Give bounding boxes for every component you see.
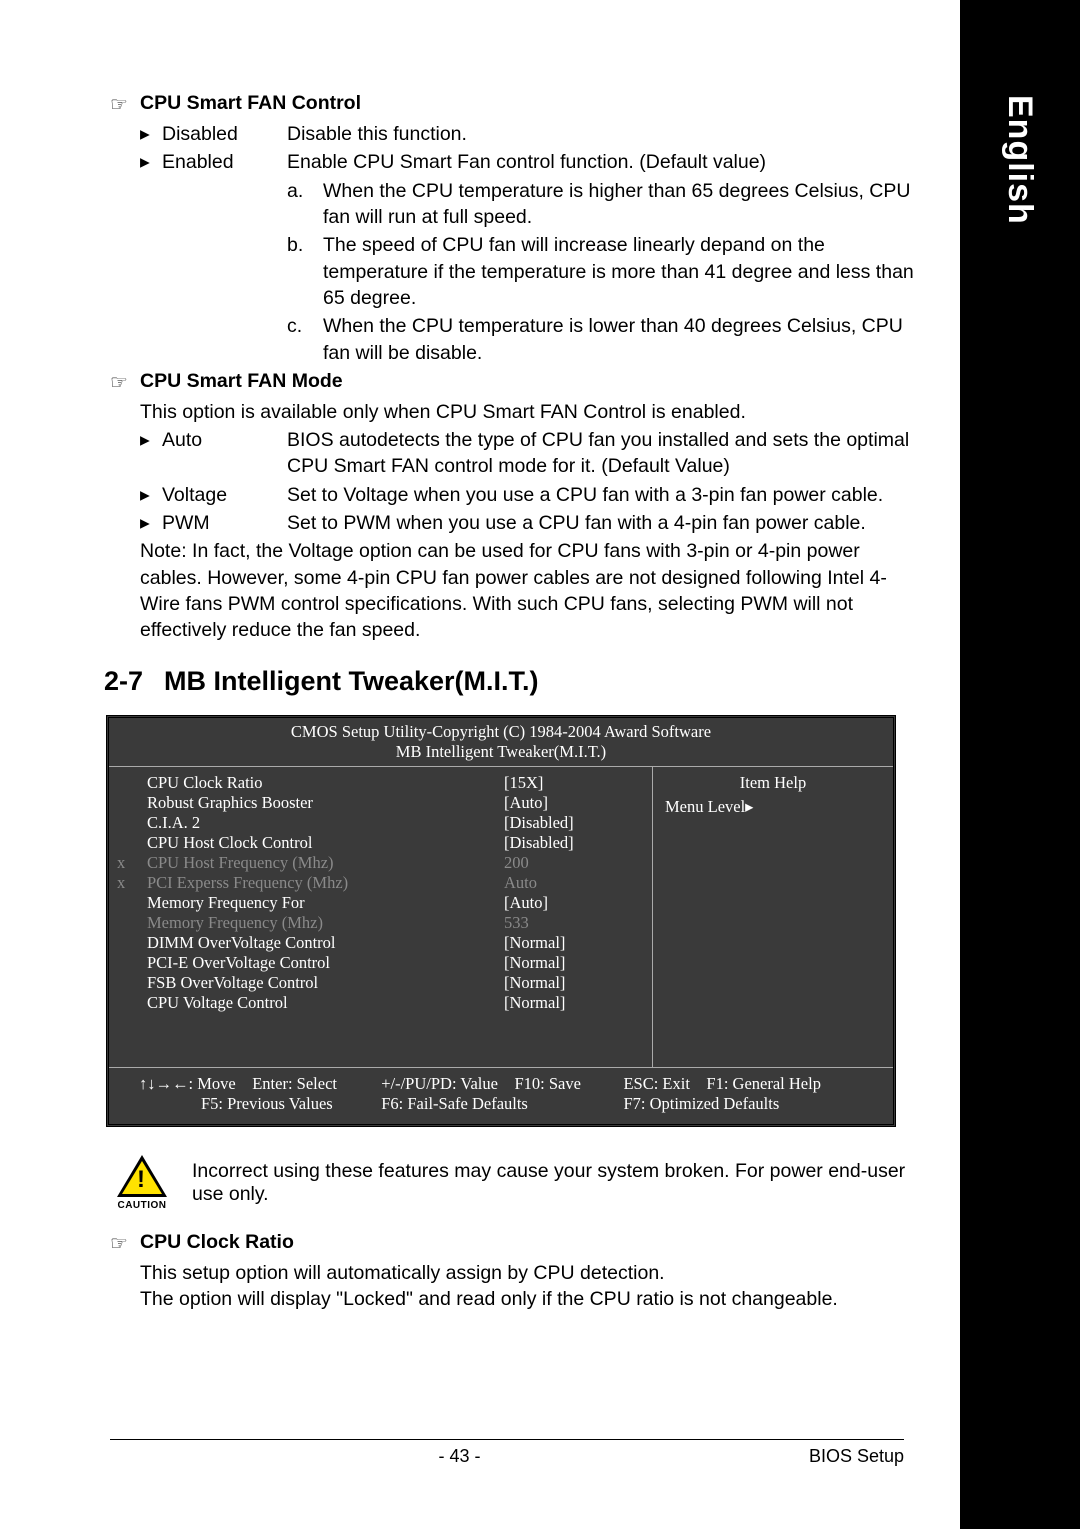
caution-label: CAUTION [110, 1200, 174, 1211]
section-cpu-smart-fan-mode: ☞ CPU Smart FAN Mode This option is avai… [110, 370, 920, 644]
bios-value: Auto [504, 873, 644, 893]
bios-item-help-title: Item Help [665, 773, 881, 793]
bios-left-pane: CPU Clock Ratio[15X] Robust Graphics Boo… [109, 767, 653, 1067]
bios-value: [Disabled] [504, 813, 644, 833]
language-tab: English [960, 0, 1080, 320]
option-label: Disabled [162, 121, 287, 147]
bios-menu-level: Menu Level▸ [665, 797, 881, 817]
document-page: ☞ CPU Smart FAN Control ▸ Disabled Disab… [0, 0, 960, 1529]
option-desc: Disable this function. [287, 121, 920, 147]
bios-item: DIMM OverVoltage Control [147, 933, 504, 953]
section-title: CPU Smart FAN Mode [140, 370, 343, 395]
pointer-icon: ☞ [110, 370, 140, 395]
option-label: Auto [162, 427, 287, 480]
language-label: English [1000, 95, 1039, 225]
caution-text: Incorrect using these features may cause… [192, 1160, 920, 1206]
triangle-icon: ▸ [140, 510, 162, 536]
bios-item: Memory Frequency (Mhz) [147, 913, 504, 933]
page-number: - 43 - [110, 1446, 809, 1467]
sub-item: b. The speed of CPU fan will increase li… [287, 232, 920, 311]
page-footer: - 43 - BIOS Setup [110, 1439, 904, 1467]
pointer-icon: ☞ [110, 92, 140, 117]
chapter-title: MB Intelligent Tweaker(M.I.T.) [164, 666, 539, 697]
chapter-number: 2-7 [104, 666, 164, 697]
bios-screenshot: CMOS Setup Utility-Copyright (C) 1984-20… [106, 715, 896, 1127]
option-desc: BIOS autodetects the type of CPU fan you… [287, 427, 920, 480]
bios-value: [Normal] [504, 973, 644, 993]
section-title: CPU Clock Ratio [140, 1231, 294, 1256]
chapter-heading: 2-7 MB Intelligent Tweaker(M.I.T.) [104, 666, 920, 697]
bios-hint: ↑↓→←: Move Enter: Select [139, 1074, 381, 1094]
bios-value: [Normal] [504, 933, 644, 953]
sub-text: When the CPU temperature is higher than … [323, 178, 920, 231]
option-label: Enabled [162, 149, 287, 175]
option-row: ▸ Voltage Set to Voltage when you use a … [140, 482, 920, 508]
sub-text: When the CPU temperature is lower than 4… [323, 313, 920, 366]
triangle-icon: ▸ [140, 482, 162, 508]
section-cpu-smart-fan-control: ☞ CPU Smart FAN Control ▸ Disabled Disab… [110, 92, 920, 366]
bios-value: [Auto] [504, 893, 644, 913]
bios-item: PCI-E OverVoltage Control [147, 953, 504, 973]
bios-value: 200 [504, 853, 644, 873]
option-label: Voltage [162, 482, 287, 508]
triangle-icon: ▸ [140, 121, 162, 147]
option-desc: Set to Voltage when you use a CPU fan wi… [287, 482, 920, 508]
bios-value: [Normal] [504, 993, 644, 1013]
option-row: ▸ Auto BIOS autodetects the type of CPU … [140, 427, 920, 480]
option-desc: Enable CPU Smart Fan control function. (… [287, 149, 920, 175]
sub-item: c. When the CPU temperature is lower tha… [287, 313, 920, 366]
bios-hint: F7: Optimized Defaults [623, 1094, 865, 1114]
option-row: ▸ Disabled Disable this function. [140, 121, 920, 147]
bios-title: CMOS Setup Utility-Copyright (C) 1984-20… [109, 718, 893, 742]
bios-item: C.I.A. 2 [147, 813, 504, 833]
bios-item: PCI Experss Frequency (Mhz) [147, 873, 504, 893]
footer-title: BIOS Setup [809, 1446, 904, 1467]
caution-icon: ! CAUTION [110, 1155, 174, 1211]
bios-value: [Disabled] [504, 833, 644, 853]
bios-item: CPU Clock Ratio [147, 773, 504, 793]
bios-value: [Normal] [504, 953, 644, 973]
sub-text: The speed of CPU fan will increase linea… [323, 232, 920, 311]
sub-letter: c. [287, 313, 323, 366]
bios-item: Memory Frequency For [147, 893, 504, 913]
caution-block: ! CAUTION Incorrect using these features… [110, 1155, 920, 1211]
option-label: PWM [162, 510, 287, 536]
sub-item: a. When the CPU temperature is higher th… [287, 178, 920, 231]
section-text: This setup option will automatically ass… [140, 1260, 920, 1286]
bios-footer: ↑↓→←: Move Enter: Select +/-/PU/PD: Valu… [109, 1067, 893, 1124]
bios-right-pane: Item Help Menu Level▸ [653, 767, 893, 1067]
bios-item: FSB OverVoltage Control [147, 973, 504, 993]
sub-letter: b. [287, 232, 323, 311]
section-intro: This option is available only when CPU S… [140, 399, 920, 425]
bios-value: [Auto] [504, 793, 644, 813]
bios-item: Robust Graphics Booster [147, 793, 504, 813]
option-row: ▸ Enabled Enable CPU Smart Fan control f… [140, 149, 920, 175]
section-note: Note: In fact, the Voltage option can be… [140, 538, 920, 643]
bios-hint: F6: Fail-Safe Defaults [381, 1094, 623, 1114]
bios-item: CPU Host Clock Control [147, 833, 504, 853]
section-cpu-clock-ratio: ☞ CPU Clock Ratio This setup option will… [110, 1231, 920, 1313]
bios-value: 533 [504, 913, 644, 933]
section-text: The option will display "Locked" and rea… [140, 1286, 920, 1312]
option-desc: Set to PWM when you use a CPU fan with a… [287, 510, 920, 536]
sub-letter: a. [287, 178, 323, 231]
triangle-icon: ▸ [140, 427, 162, 480]
bios-value: [15X] [504, 773, 644, 793]
option-row: ▸ PWM Set to PWM when you use a CPU fan … [140, 510, 920, 536]
bios-hint: F5: Previous Values [139, 1094, 381, 1114]
pointer-icon: ☞ [110, 1231, 140, 1256]
bios-subtitle: MB Intelligent Tweaker(M.I.T.) [109, 742, 893, 767]
section-title: CPU Smart FAN Control [140, 92, 361, 117]
bios-hint: +/-/PU/PD: Value F10: Save [381, 1074, 623, 1094]
triangle-icon: ▸ [140, 149, 162, 175]
bios-item: CPU Voltage Control [147, 993, 504, 1013]
bios-item: CPU Host Frequency (Mhz) [147, 853, 504, 873]
bios-hint: ESC: Exit F1: General Help [623, 1074, 865, 1094]
